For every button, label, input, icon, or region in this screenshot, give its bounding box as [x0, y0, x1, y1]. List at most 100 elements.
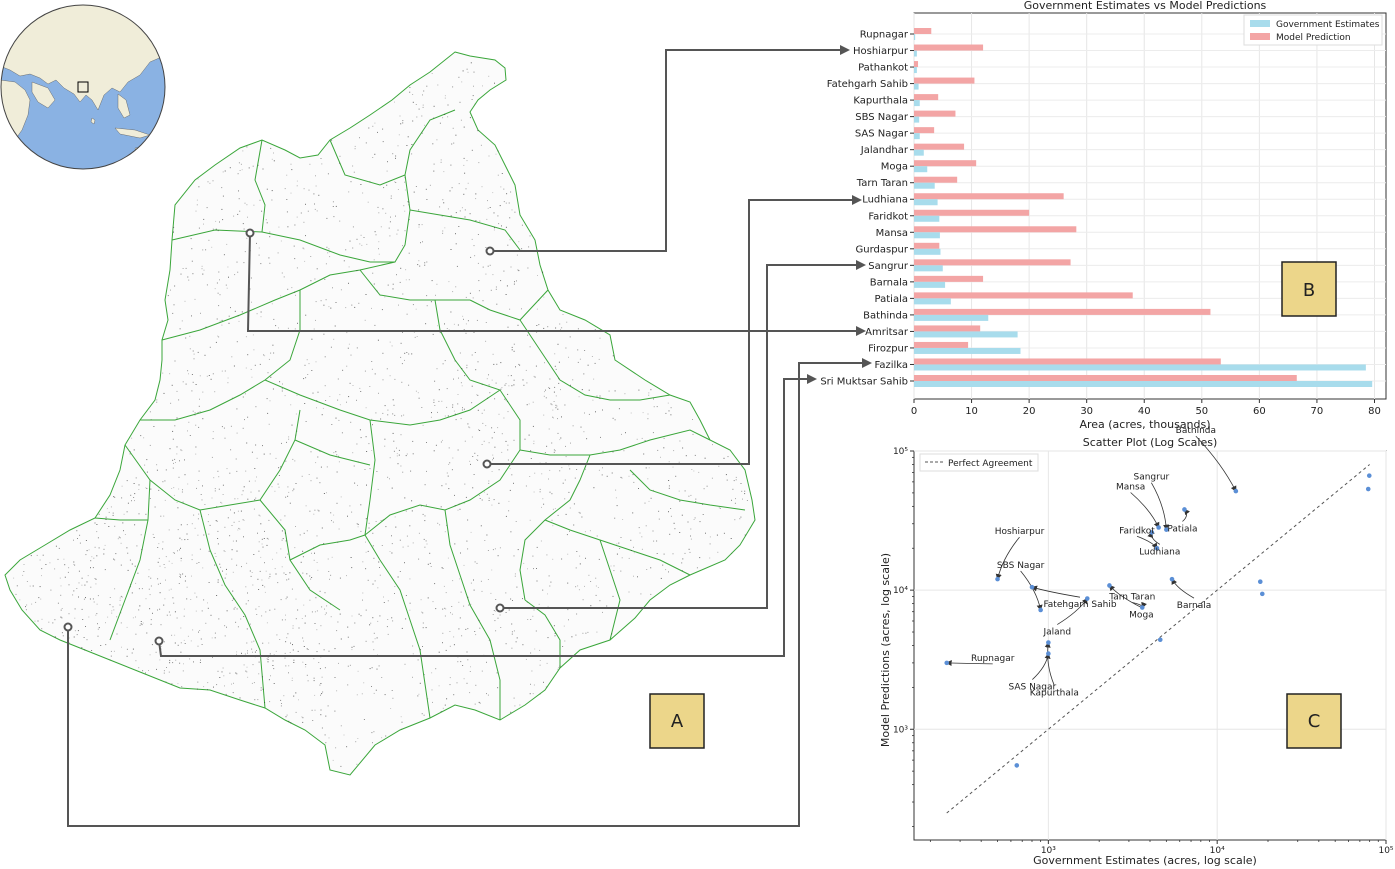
speckle — [731, 552, 733, 554]
speckle — [238, 520, 240, 522]
speckle — [165, 681, 167, 683]
speckle — [369, 668, 371, 670]
speckle — [234, 498, 236, 500]
speckle — [353, 645, 355, 647]
bar-x-tick-label: 20 — [1023, 406, 1036, 417]
bar-grid — [913, 13, 1386, 399]
speckle — [412, 676, 413, 678]
speckle — [310, 451, 312, 453]
speckle — [516, 254, 518, 256]
speckle — [539, 488, 541, 490]
speckle — [246, 628, 248, 630]
speckle — [579, 563, 581, 565]
speckle — [163, 641, 165, 643]
speckle — [287, 226, 289, 228]
speckle — [273, 654, 275, 656]
speckle — [387, 476, 389, 478]
speckle — [96, 524, 98, 525]
speckle — [711, 477, 713, 479]
speckle — [506, 401, 508, 402]
speckle — [330, 603, 332, 605]
speckle — [364, 469, 366, 470]
speckle — [110, 506, 112, 508]
speckle — [139, 624, 141, 626]
speckle — [450, 249, 452, 250]
speckle — [414, 336, 416, 338]
speckle — [390, 197, 392, 199]
speckle — [202, 485, 203, 487]
speckle — [480, 580, 482, 582]
speckle — [702, 503, 704, 505]
speckle — [163, 564, 165, 565]
speckle — [198, 227, 200, 229]
speckle — [695, 501, 697, 502]
speckle — [404, 562, 405, 564]
speckle — [303, 646, 305, 647]
speckle — [83, 598, 85, 600]
speckle — [561, 558, 563, 560]
speckle — [385, 735, 387, 737]
speckle — [162, 541, 164, 543]
speckle — [156, 399, 158, 401]
speckle — [140, 621, 142, 622]
speckle — [232, 540, 234, 542]
speckle — [105, 516, 107, 518]
speckle — [266, 658, 268, 660]
speckle — [237, 498, 239, 500]
speckle — [416, 336, 418, 337]
speckle — [440, 161, 442, 163]
speckle — [421, 224, 423, 226]
speckle — [328, 737, 330, 739]
speckle — [138, 513, 140, 515]
speckle — [181, 539, 183, 541]
scatter-chart: Scatter Plot (Log Scales) BathindaSangru… — [879, 426, 1394, 867]
speckle — [584, 585, 585, 587]
bar-model-pathankot — [914, 61, 919, 68]
speckle — [552, 416, 554, 418]
speckle — [404, 663, 406, 665]
speckle — [381, 737, 383, 739]
speckle — [562, 482, 564, 484]
speckle — [365, 436, 367, 438]
speckle — [615, 497, 617, 499]
speckle — [330, 574, 332, 576]
speckle — [324, 356, 326, 358]
speckle — [180, 273, 182, 275]
speckle — [238, 527, 240, 529]
speckle — [22, 574, 24, 576]
speckle — [444, 704, 446, 706]
speckle — [426, 543, 428, 545]
speckle — [88, 549, 90, 551]
speckle — [201, 268, 203, 270]
speckle — [198, 426, 200, 428]
speckle — [469, 671, 471, 672]
speckle — [412, 440, 414, 442]
speckle — [568, 356, 569, 358]
speckle — [294, 291, 296, 293]
speckle — [30, 555, 32, 557]
speckle — [348, 266, 350, 268]
speckle — [270, 376, 272, 378]
speckle — [311, 552, 312, 554]
speckle — [507, 459, 509, 461]
speckle — [393, 450, 395, 452]
speckle — [208, 239, 210, 241]
speckle — [126, 511, 128, 513]
speckle — [489, 264, 491, 266]
speckle — [251, 648, 253, 650]
speckle — [252, 165, 254, 167]
speckle — [382, 352, 384, 354]
speckle — [168, 671, 170, 673]
speckle — [569, 530, 570, 532]
speckle — [679, 532, 681, 533]
speckle — [150, 619, 152, 621]
speckle — [392, 697, 394, 699]
speckle — [54, 619, 56, 621]
speckle — [237, 315, 239, 317]
speckle — [374, 231, 376, 233]
speckle — [392, 413, 394, 415]
speckle — [453, 644, 455, 646]
speckle — [740, 483, 742, 484]
speckle — [467, 596, 469, 598]
speckle — [180, 547, 181, 549]
